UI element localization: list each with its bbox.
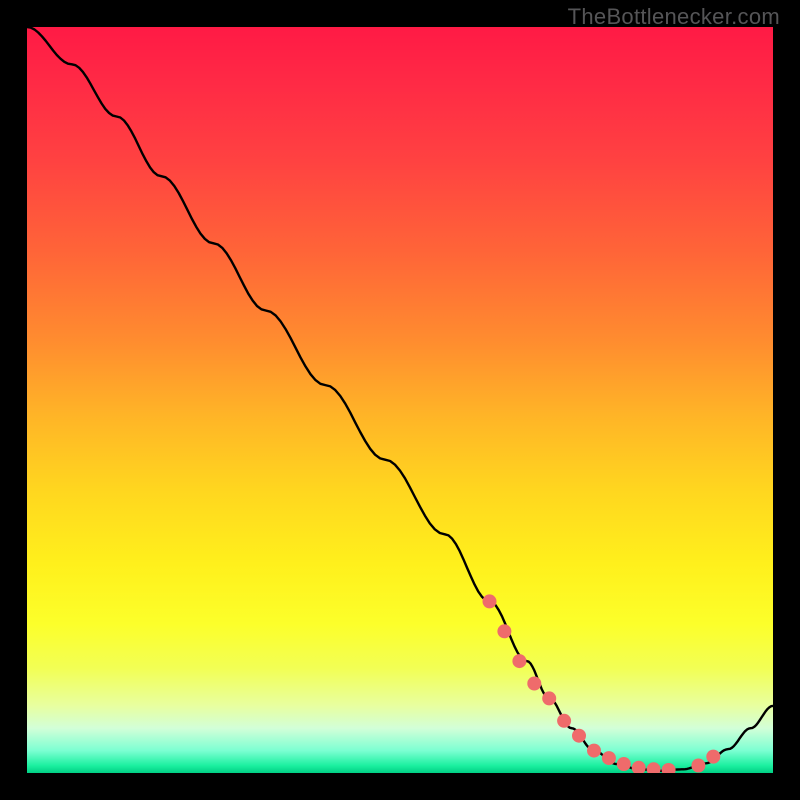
curve-path: [27, 27, 773, 771]
bottleneck-curve: [27, 27, 773, 773]
curve-marker: [557, 714, 571, 728]
curve-marker: [587, 744, 601, 758]
curve-marker: [647, 762, 661, 773]
curve-marker: [691, 759, 705, 773]
curve-marker: [512, 654, 526, 668]
plot-area: [27, 27, 773, 773]
curve-marker: [706, 750, 720, 764]
chart-frame: TheBottlenecker.com: [0, 0, 800, 800]
curve-marker: [497, 624, 511, 638]
curve-marker: [632, 761, 646, 773]
curve-marker: [572, 729, 586, 743]
curve-marker: [662, 763, 676, 773]
curve-marker: [483, 594, 497, 608]
curve-marker: [527, 677, 541, 691]
curve-marker: [602, 751, 616, 765]
curve-marker: [617, 757, 631, 771]
curve-marker: [542, 691, 556, 705]
